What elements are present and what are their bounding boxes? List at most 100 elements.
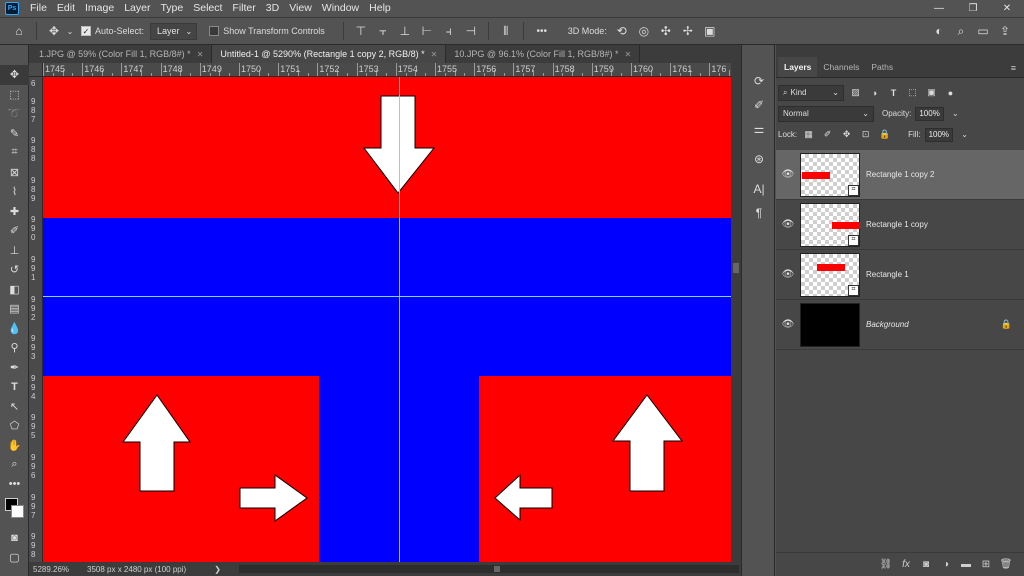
quick-mask-icon[interactable]: ◙ [0,528,29,548]
lock-all-icon[interactable]: 🔒 [877,127,892,142]
lasso-tool-icon[interactable]: ➰ [0,104,29,124]
path-selection-tool-icon[interactable]: ↖ [0,397,29,417]
menu-select[interactable]: Select [188,0,227,17]
visibility-eye-icon[interactable]: 👁 [778,169,798,180]
layer-row[interactable]: 👁 ⌗ Rectangle 1 copy 2 [776,150,1024,200]
tab-document-10[interactable]: 10.JPG @ 96.1% (Color Fill 1, RGB/8#) * … [446,45,641,63]
more-options-icon[interactable]: ••• [530,20,554,42]
align-top-icon[interactable]: ⊤ [350,20,372,42]
navigator-icon[interactable]: ⊛ [742,147,776,171]
type-tool-icon[interactable]: T [0,377,29,397]
pen-tool-icon[interactable]: ✒ [0,358,29,378]
minimize-button[interactable]: — [922,0,956,17]
move-tool-icon[interactable]: ✥ [0,65,29,85]
marquee-tool-icon[interactable]: ⬚ [0,85,29,105]
roll-3d-icon[interactable]: ◎ [633,20,655,42]
gradient-tool-icon[interactable]: ▤ [0,299,29,319]
align-right-icon[interactable]: ⊣ [460,20,482,42]
filter-shape-icon[interactable]: ⬚ [905,85,920,100]
menu-window[interactable]: Window [317,0,364,17]
brush-tool-icon[interactable]: ✐ [0,221,29,241]
menu-filter[interactable]: Filter [227,0,260,17]
tab-paths[interactable]: Paths [865,57,899,77]
menu-type[interactable]: Type [155,0,188,17]
filter-pixel-icon[interactable]: ▨ [848,85,863,100]
eyedropper-tool-icon[interactable]: ⌇ [0,182,29,202]
character-icon[interactable]: A| [742,177,776,201]
dodge-tool-icon[interactable]: ⚲ [0,338,29,358]
search-icon[interactable]: ⌕ [950,20,972,42]
mask-icon[interactable]: ◙ [918,557,934,573]
zoom-tool-icon[interactable]: ⌕ [0,455,29,475]
quick-select-tool-icon[interactable]: ✎ [0,124,29,144]
menu-help[interactable]: Help [364,0,396,17]
align-vertical-center-icon[interactable]: ⫟ [372,20,394,42]
vertical-ruler[interactable]: 6 9 8 7 9 8 8 9 8 9 9 9 0 9 9 1 9 9 2 9 9 3 9 9 … [29,77,43,562]
layer-name[interactable]: Rectangle 1 copy 2 [866,170,935,179]
background-color-swatch[interactable] [11,505,24,518]
crop-tool-icon[interactable]: ⌗ [0,143,29,163]
align-left-icon[interactable]: ⊢ [416,20,438,42]
adjustment-icon[interactable]: ◑ [938,557,954,573]
home-icon[interactable]: ⌂ [8,20,30,42]
layer-row[interactable]: 👁 ⌗ Rectangle 1 [776,250,1024,300]
chevron-down-icon[interactable]: ⌄ [948,106,963,121]
share-icon[interactable]: ⇪ [994,20,1016,42]
filter-adjustment-icon[interactable]: ◑ [867,85,882,100]
show-transform-option[interactable]: Show Transform Controls [209,26,325,36]
lock-image-icon[interactable]: ✐ [820,127,835,142]
document-canvas[interactable] [43,77,731,562]
learn-icon[interactable]: ◐ [928,20,950,42]
horizontal-scrollbar[interactable] [239,565,739,573]
layer-name[interactable]: Rectangle 1 [866,270,909,279]
vertical-scrollbar[interactable] [731,63,741,562]
healing-brush-tool-icon[interactable]: ✚ [0,202,29,222]
history-brush-tool-icon[interactable]: ↺ [0,260,29,280]
tab-document-1[interactable]: 1.JPG @ 59% (Color Fill 1, RGB/8#) * ✕ [29,45,213,63]
link-icon[interactable]: ⛓ [878,557,894,573]
close-button[interactable]: ✕ [990,0,1024,17]
blur-tool-icon[interactable]: 💧 [0,319,29,339]
panel-menu-icon[interactable]: ≡ [1011,63,1016,73]
filter-toggle-icon[interactable]: ● [943,85,958,100]
auto-select-checkbox[interactable]: ✓ [81,26,91,36]
lock-artboard-icon[interactable]: ⊡ [858,127,873,142]
show-transform-checkbox[interactable] [209,26,220,36]
screen-mode-icon[interactable]: ▢ [0,548,29,568]
zoom-level[interactable]: 5289.26% [33,565,83,574]
brush-settings-icon[interactable]: ✐ [742,93,776,117]
shape-tool-icon[interactable]: ⬠ [0,416,29,436]
lock-transparent-icon[interactable]: ▦ [801,127,816,142]
menu-image[interactable]: Image [80,0,119,17]
edit-toolbar-icon[interactable]: ••• [0,475,29,495]
orbit-3d-icon[interactable]: ⟲ [611,20,633,42]
scrollbar-thumb[interactable] [494,566,500,572]
align-bottom-icon[interactable]: ⊥ [394,20,416,42]
horizontal-guide[interactable] [43,296,731,297]
layer-name[interactable]: Rectangle 1 copy [866,220,928,229]
layer-name[interactable]: Background [866,320,909,329]
eraser-tool-icon[interactable]: ◧ [0,280,29,300]
workspace-icon[interactable]: ▭ [972,20,994,42]
filter-type-icon[interactable]: T [886,85,901,100]
visibility-eye-icon[interactable]: 👁 [778,319,798,330]
clone-stamp-tool-icon[interactable]: ⊥ [0,241,29,261]
paragraph-icon[interactable]: ¶ [742,201,776,225]
history-icon[interactable]: ⟳ [742,69,776,93]
drag-3d-icon[interactable]: ✣ [655,20,677,42]
horizontal-ruler[interactable]: 1745 1746 1747 1748 1749 1750 1751 1752 1753 1754… [43,63,731,77]
layer-row[interactable]: 👁 ⌗ Rectangle 1 copy [776,200,1024,250]
scrollbar-thumb[interactable] [733,263,739,273]
hand-tool-icon[interactable]: ✋ [0,436,29,456]
auto-select-option[interactable]: ✓ Auto-Select: [81,26,144,36]
chevron-down-icon[interactable]: ⌄ [65,20,75,42]
filter-kind-dropdown[interactable]: ⌕ Kind ⌄ [778,84,844,101]
fill-input[interactable]: 100% [924,127,954,142]
blend-mode-dropdown[interactable]: Normal ⌄ [778,105,874,122]
status-menu-arrow-icon[interactable]: ❯ [214,565,221,574]
scale-3d-icon[interactable]: ▣ [699,20,721,42]
distribute-icon[interactable]: ⦀ [495,20,517,42]
menu-file[interactable]: File [25,0,52,17]
close-icon[interactable]: ✕ [625,50,632,59]
lock-icon[interactable]: 🔒 [1001,319,1012,330]
